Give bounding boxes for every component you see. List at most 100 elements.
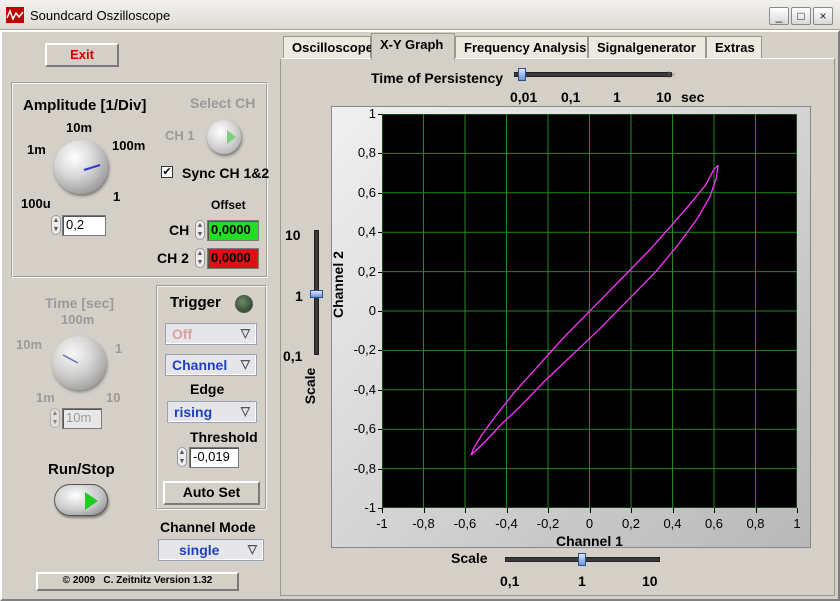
- y-tick-label: 0,6: [357, 184, 376, 200]
- x-tick-mark: [755, 508, 757, 513]
- ch1-select-label: CH 1: [165, 128, 195, 143]
- chevron-down-icon: ▽: [240, 357, 250, 371]
- offset-title: Offset: [211, 198, 246, 212]
- x-tick-mark: [423, 508, 425, 513]
- threshold-spinner[interactable]: ▲ ▼: [177, 447, 187, 467]
- x-tick-mark: [465, 508, 466, 513]
- edge-label: Edge: [190, 381, 225, 397]
- persistence-tick: 10: [656, 89, 672, 105]
- persistence-tick: 0,1: [561, 89, 581, 105]
- time-knob[interactable]: [52, 336, 106, 390]
- knob-pointer: [62, 354, 79, 364]
- y-tick-label: 0,2: [357, 263, 376, 279]
- y-tick-label: -0,2: [353, 342, 376, 358]
- x-tick-label: 0: [585, 516, 594, 531]
- y-scale-label: Scale: [302, 367, 318, 405]
- x-tick-label: -0,6: [453, 516, 477, 531]
- x-tick-mark: [672, 508, 674, 513]
- close-button[interactable]: ×: [813, 7, 833, 25]
- amplitude-spinner[interactable]: ▲ ▼: [51, 215, 61, 235]
- amplitude-knob[interactable]: [54, 140, 108, 194]
- ch2-offset-label: CH 2: [157, 250, 189, 266]
- play-icon: [85, 492, 98, 510]
- time-tick-label: 100m: [61, 312, 95, 327]
- ch1-offset-label: CH: [169, 222, 190, 238]
- y-tick-label: -0,8: [353, 460, 376, 476]
- chevron-down-icon: ▽: [240, 326, 250, 340]
- channel-mode-dropdown[interactable]: single ▽: [158, 539, 264, 561]
- chevron-down-icon: ▽: [240, 404, 250, 418]
- play-arrow-icon: [227, 130, 236, 144]
- exit-button[interactable]: Exit: [45, 43, 119, 67]
- x-tick-mark: [631, 508, 632, 513]
- sync-checkbox[interactable]: ✔: [161, 166, 173, 178]
- x-tick-mark: [589, 508, 591, 513]
- tab-signalgenerator[interactable]: Signalgenerator: [588, 36, 706, 58]
- time-tick-label: 10: [106, 390, 121, 405]
- amplitude-value-field[interactable]: 0,2: [62, 215, 106, 236]
- threshold-field[interactable]: -0,019: [189, 447, 239, 468]
- xy-trace: [470, 164, 719, 456]
- x-tick-mark: [714, 508, 715, 513]
- persistence-label: Time of Persistency: [371, 70, 504, 86]
- x-tick-label: 0,2: [621, 516, 641, 531]
- ch2-offset-spinner[interactable]: ▲ ▼: [195, 248, 205, 268]
- time-tick-label: 10m: [16, 337, 43, 352]
- tab-extras[interactable]: Extras: [706, 36, 762, 58]
- run-stop-button[interactable]: [54, 484, 108, 516]
- trigger-edge-dropdown[interactable]: rising ▽: [167, 401, 257, 423]
- window-title: Soundcard Oszilloscope: [30, 8, 171, 23]
- ch1-offset-spinner[interactable]: ▲ ▼: [195, 220, 205, 240]
- y-scale-slider-thumb[interactable]: [310, 290, 323, 298]
- persistence-slider-thumb[interactable]: [518, 68, 526, 81]
- y-tick-label: 0,4: [357, 224, 376, 240]
- ch2-offset-field[interactable]: 0,0000: [207, 248, 259, 269]
- y-scale-tick: 0,1: [283, 348, 303, 364]
- xy-plot: [382, 114, 797, 508]
- time-tick-label: 1: [115, 341, 123, 356]
- tab-xy-graph[interactable]: X-Y Graph: [371, 33, 455, 60]
- y-tick-label: 1: [368, 106, 376, 121]
- trigger-source-dropdown[interactable]: Channel ▽: [165, 354, 257, 376]
- time-value-field[interactable]: 10m: [62, 408, 102, 429]
- ch1-offset-field[interactable]: 0,0000: [207, 220, 259, 241]
- amplitude-tick-label: 100u: [21, 196, 51, 211]
- trigger-source-value: Channel: [172, 357, 228, 373]
- y-tick-label: -0,6: [353, 421, 376, 437]
- minimize-button[interactable]: _: [769, 7, 789, 25]
- channel-mode-label: Channel Mode: [160, 519, 256, 535]
- persistence-unit: sec: [681, 89, 705, 105]
- x-scale-label: Scale: [451, 550, 488, 566]
- threshold-label: Threshold: [190, 429, 258, 445]
- y-scale-tick: 10: [285, 227, 301, 243]
- slider-end-arrow-icon: ▷: [668, 69, 675, 79]
- x-tick-label: -0,2: [536, 516, 560, 531]
- x-tick-label: -0,4: [495, 516, 518, 531]
- x-scale-slider-thumb[interactable]: [578, 553, 586, 566]
- sync-label: Sync CH 1&2: [182, 165, 270, 181]
- amplitude-title: Amplitude [1/Div]: [23, 97, 147, 114]
- time-spinner[interactable]: ▲ ▼: [50, 408, 60, 428]
- trigger-edge-value: rising: [174, 404, 213, 420]
- tab-frequency-analysis[interactable]: Frequency Analysis: [455, 36, 588, 58]
- knob-pointer: [83, 164, 101, 171]
- version-footer: © 2009 C. Zeitnitz Version 1.32: [36, 572, 239, 591]
- persistence-tick: 1: [613, 89, 621, 105]
- x-tick-label: 0,8: [746, 516, 765, 531]
- trigger-led-indicator: [235, 295, 253, 313]
- time-title: Time [sec]: [45, 295, 114, 311]
- amplitude-tick-label: 10m: [66, 120, 93, 135]
- run-stop-label: Run/Stop: [48, 461, 115, 478]
- x-tick-label: 1: [793, 516, 801, 531]
- x-axis-label: Channel 1: [556, 533, 623, 549]
- channel-select-switch[interactable]: [207, 120, 241, 154]
- tab-oscilloscope[interactable]: Oscilloscope: [283, 36, 373, 58]
- x-scale-tick: 1: [578, 573, 586, 589]
- y-tick-label: -1: [364, 500, 376, 515]
- x-tick-mark: [382, 508, 383, 513]
- maximize-button[interactable]: □: [791, 7, 811, 25]
- y-scale-tick: 1: [295, 288, 303, 304]
- channel-mode-value: single: [179, 542, 220, 558]
- trigger-mode-dropdown[interactable]: Off ▽: [165, 323, 257, 345]
- auto-set-button[interactable]: Auto Set: [163, 481, 260, 505]
